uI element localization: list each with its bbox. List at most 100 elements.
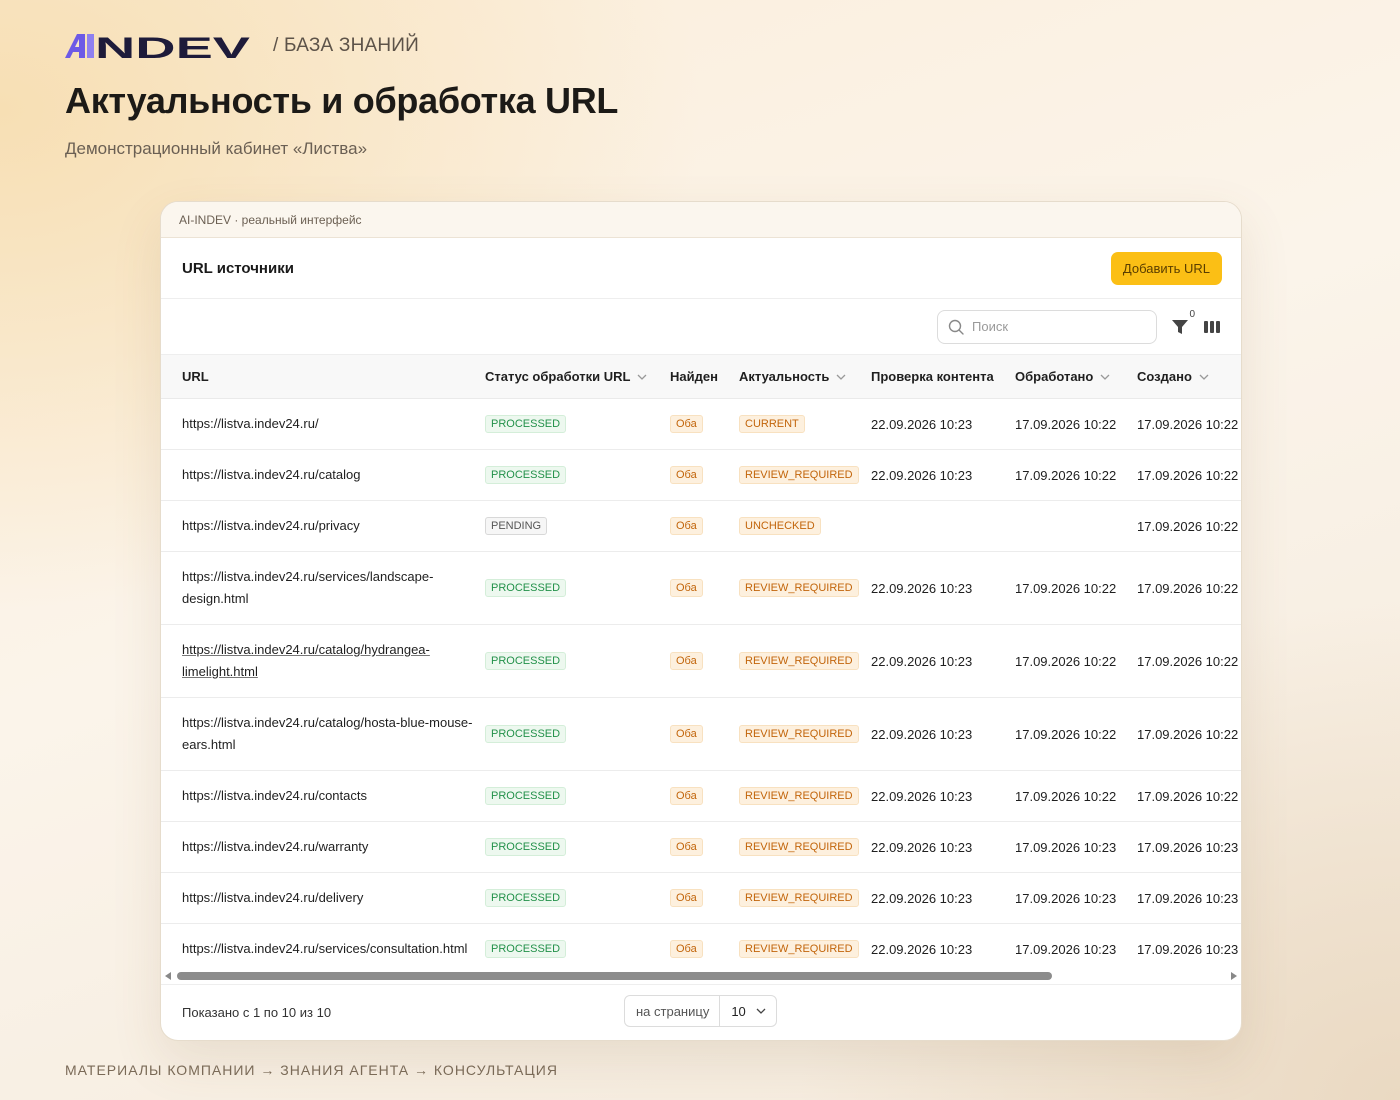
found-badge: Оба — [670, 579, 703, 597]
status-cell: PROCESSED — [485, 770, 670, 822]
card-title: URL источники — [182, 259, 294, 277]
content-check-cell: 22.09.2026 10:23 — [871, 697, 1015, 771]
url-cell[interactable]: https://listva.indev24.ru/services/lands… — [161, 551, 485, 625]
table-toolbar: 0 — [161, 299, 1241, 355]
table-row[interactable]: https://listva.indev24.ru/catalog/hydran… — [161, 624, 1241, 698]
col-content-check-header[interactable]: Проверка контента — [871, 355, 1015, 399]
status-badge: PROCESSED — [485, 889, 567, 907]
table-row[interactable]: https://listva.indev24.ru/catalog PROCES… — [161, 449, 1241, 501]
found-badge: Оба — [670, 517, 703, 535]
table-row[interactable]: https://listva.indev24.ru/services/consu… — [161, 923, 1241, 975]
table-row[interactable]: https://listva.indev24.ru/services/lands… — [161, 551, 1241, 625]
found-cell: Оба — [670, 398, 739, 450]
found-badge: Оба — [670, 725, 703, 743]
status-badge: PROCESSED — [485, 415, 567, 433]
relevance-cell: REVIEW_REQUIRED — [739, 872, 871, 924]
processed-cell: 17.09.2026 10:22 — [1015, 624, 1137, 698]
brand-row: NDEV / БАЗА ЗНАНИЙ — [65, 32, 419, 60]
table-row[interactable]: https://listva.indev24.ru/delivery PROCE… — [161, 872, 1241, 924]
relevance-badge: REVIEW_REQUIRED — [739, 579, 859, 597]
found-cell: Оба — [670, 821, 739, 873]
chevron-down-icon — [836, 374, 846, 380]
relevance-cell: REVIEW_REQUIRED — [739, 449, 871, 501]
filter-button[interactable]: 0 — [1171, 309, 1195, 336]
processed-cell: 17.09.2026 10:22 — [1015, 697, 1137, 771]
processed-cell: 17.09.2026 10:22 — [1015, 398, 1137, 450]
url-cell[interactable]: https://listva.indev24.ru/privacy — [161, 500, 485, 552]
aindev-logo-icon: NDEV — [65, 32, 250, 60]
filter-count: 0 — [1189, 308, 1195, 320]
created-cell: 17.09.2026 10:22 — [1137, 500, 1241, 552]
page-subtitle: Демонстрационный кабинет «Листва» — [65, 139, 368, 158]
pagination-bar: Показано с 1 по 10 из 10 на страницу 10 — [161, 984, 1241, 1039]
status-badge: PROCESSED — [485, 787, 567, 805]
relevance-badge: REVIEW_REQUIRED — [739, 466, 859, 484]
table-row[interactable]: https://listva.indev24.ru/privacy PENDIN… — [161, 500, 1241, 552]
found-cell: Оба — [670, 551, 739, 625]
col-url-header[interactable]: URL — [161, 355, 485, 399]
scroll-right-arrow-icon[interactable] — [1231, 972, 1237, 980]
content-check-cell: 22.09.2026 10:23 — [871, 770, 1015, 822]
card-header: URL источники Добавить URL — [161, 238, 1241, 299]
status-cell: PROCESSED — [485, 624, 670, 698]
url-cell[interactable]: https://listva.indev24.ru/catalog/hosta-… — [161, 697, 485, 771]
search-input[interactable] — [970, 318, 1134, 335]
url-cell[interactable]: https://listva.indev24.ru/contacts — [161, 770, 485, 822]
status-badge: PROCESSED — [485, 652, 567, 670]
url-cell[interactable]: https://listva.indev24.ru/warranty — [161, 821, 485, 873]
status-badge: PROCESSED — [485, 725, 567, 743]
processed-cell: 17.09.2026 10:22 — [1015, 449, 1137, 501]
found-badge: Оба — [670, 787, 703, 805]
found-cell: Оба — [670, 697, 739, 771]
per-page-select[interactable]: на страницу 10 — [624, 995, 777, 1027]
chevron-down-icon — [756, 1008, 766, 1014]
content-check-cell: 22.09.2026 10:23 — [871, 872, 1015, 924]
table-row[interactable]: https://listva.indev24.ru/warranty PROCE… — [161, 821, 1241, 873]
url-cell[interactable]: https://listva.indev24.ru/catalog/hydran… — [161, 624, 485, 698]
scrollbar-thumb[interactable] — [177, 972, 1052, 980]
url-cell[interactable]: https://listva.indev24.ru/delivery — [161, 872, 485, 924]
status-cell: PENDING — [485, 500, 670, 552]
status-badge: PROCESSED — [485, 838, 567, 856]
col-processed-header[interactable]: Обработано — [1015, 355, 1137, 399]
content-check-cell — [871, 500, 1015, 552]
processed-cell: 17.09.2026 10:22 — [1015, 551, 1137, 625]
created-cell: 17.09.2026 10:22 — [1137, 551, 1241, 625]
content-check-cell: 22.09.2026 10:23 — [871, 821, 1015, 873]
status-cell: PROCESSED — [485, 449, 670, 501]
relevance-cell: REVIEW_REQUIRED — [739, 551, 871, 625]
col-status-header[interactable]: Статус обработки URL — [485, 355, 670, 399]
per-page-value[interactable]: 10 — [720, 1004, 775, 1019]
status-cell: PROCESSED — [485, 872, 670, 924]
col-found-header[interactable]: Найден — [670, 355, 739, 399]
url-cell[interactable]: https://listva.indev24.ru/services/consu… — [161, 923, 485, 975]
table-row[interactable]: https://listva.indev24.ru/catalog/hosta-… — [161, 697, 1241, 771]
status-badge: PROCESSED — [485, 466, 567, 484]
columns-button[interactable] — [1203, 319, 1221, 335]
processed-cell: 17.09.2026 10:23 — [1015, 923, 1137, 975]
status-cell: PROCESSED — [485, 697, 670, 771]
add-url-button[interactable]: Добавить URL — [1110, 251, 1222, 285]
col-relevance-header[interactable]: Актуальность — [739, 355, 871, 399]
relevance-badge: REVIEW_REQUIRED — [739, 652, 859, 670]
relevance-cell: REVIEW_REQUIRED — [739, 770, 871, 822]
interface-frame: AI-INDEV · реальный интерфейс URL источн… — [160, 201, 1242, 1041]
table-row[interactable]: https://listva.indev24.ru/contacts PROCE… — [161, 770, 1241, 822]
created-cell: 17.09.2026 10:23 — [1137, 923, 1241, 975]
processed-cell — [1015, 500, 1137, 552]
found-cell: Оба — [670, 449, 739, 501]
col-created-header[interactable]: Создано — [1137, 355, 1241, 399]
url-cell[interactable]: https://listva.indev24.ru/catalog — [161, 449, 485, 501]
url-cell[interactable]: https://listva.indev24.ru/ — [161, 398, 485, 450]
table-row[interactable]: https://listva.indev24.ru/ PROCESSED Оба… — [161, 398, 1241, 450]
found-cell: Оба — [670, 500, 739, 552]
svg-text:NDEV: NDEV — [95, 32, 250, 60]
company-logo[interactable]: NDEV — [65, 32, 251, 60]
pagination-summary: Показано с 1 по 10 из 10 — [182, 1004, 332, 1020]
horizontal-scrollbar[interactable] — [161, 968, 1241, 984]
chevron-down-icon — [1199, 374, 1209, 380]
scroll-left-arrow-icon[interactable] — [165, 972, 171, 980]
found-badge: Оба — [670, 466, 703, 484]
processed-cell: 17.09.2026 10:22 — [1015, 770, 1137, 822]
search-box[interactable] — [937, 309, 1157, 344]
